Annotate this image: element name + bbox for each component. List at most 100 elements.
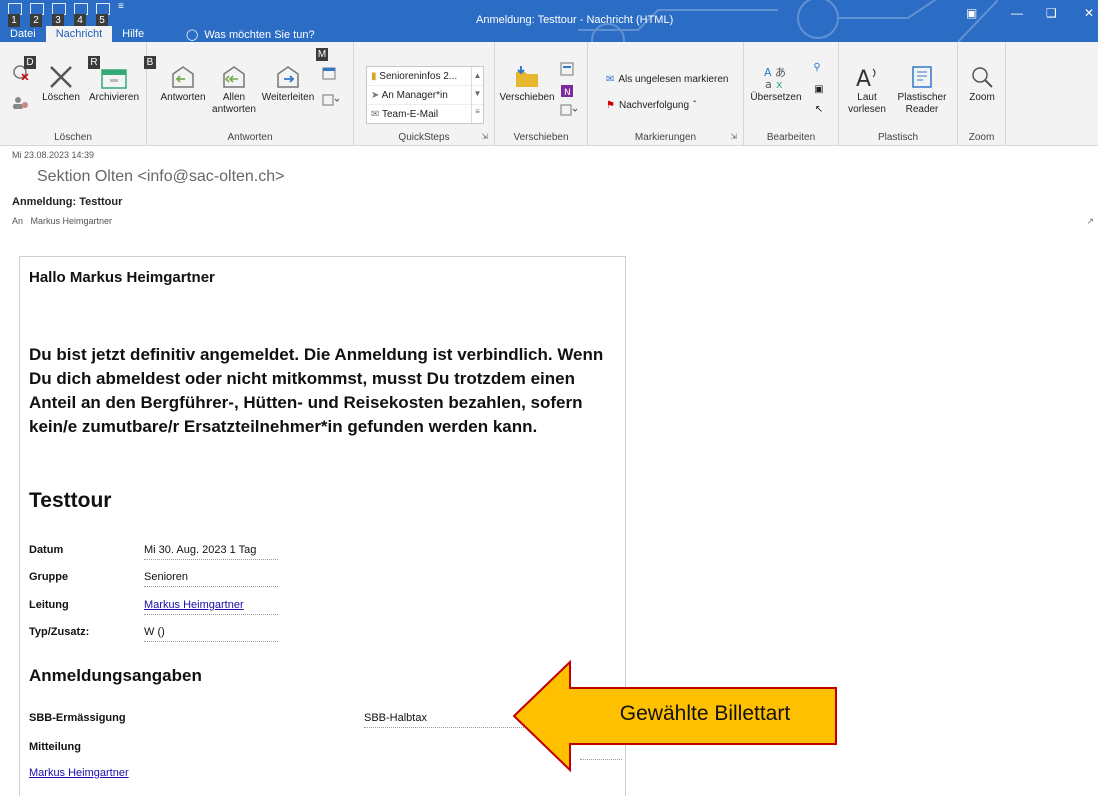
meeting-icon (322, 67, 336, 80)
translate-button[interactable]: Aあax Übersetzen (750, 64, 802, 103)
reply-all-button[interactable]: Allen antworten (209, 64, 259, 115)
quickstep-item-3-label: Team-E-Mail (382, 109, 439, 120)
detail-label: Gruppe (29, 571, 69, 583)
detail-value: Senioren (144, 571, 278, 587)
message-label: Mitteilung (29, 741, 81, 753)
zoom-button[interactable]: Zoom (962, 64, 1002, 103)
group-label-verschieben: Verschieben (513, 132, 569, 143)
callout-arrow: Gewählte Billettart (510, 659, 840, 785)
move-button[interactable]: Verschieben (499, 64, 555, 103)
message-date: Mi 23.08.2023 14:39 (12, 150, 95, 160)
more-options-button[interactable] (319, 94, 343, 110)
group-label-quicksteps: QuickSteps (398, 132, 450, 143)
quicksteps-gallery: ▮ Senioreninfos 2... ➤ An Manager*in ✉ T… (366, 66, 484, 124)
rules-button[interactable] (557, 62, 577, 80)
window-title: Anmeldung: Testtour - Nachricht (HTML) (476, 14, 674, 26)
keytip-m: M (316, 48, 328, 61)
svg-text:N: N (564, 88, 571, 98)
detail-value: W () (144, 626, 278, 642)
close-button[interactable]: ✕ (1084, 6, 1094, 20)
reply-button[interactable]: Antworten (155, 64, 211, 103)
footer-name-link[interactable]: Markus Heimgartner (29, 767, 129, 779)
to-recipient[interactable]: Markus Heimgartner (31, 216, 113, 226)
minimize-button[interactable]: — (1011, 6, 1023, 20)
confirmation-paragraph: Du bist jetzt definitiv angemeldet. Die … (29, 345, 604, 436)
translate-label: Übersetzen (750, 92, 802, 103)
ribbon-display-options[interactable]: ▣ (966, 6, 977, 20)
quicksteps-launcher-icon[interactable]: ⇲ (481, 132, 488, 141)
reply-all-label-2: antworten (212, 104, 256, 115)
expand-header-icon[interactable]: ↗ (1086, 216, 1094, 227)
read-aloud-button[interactable]: A Laut vorlesen (845, 64, 889, 115)
cleanup-button[interactable] (10, 96, 32, 114)
forward-icon (277, 66, 299, 88)
tab-nachricht-label: Nachricht (55, 28, 103, 40)
select-button[interactable]: ↖ (808, 104, 830, 116)
move-label: Verschieben (499, 92, 555, 103)
quick-access-toolbar: 1 2 3 4 5 ≡ (8, 1, 124, 27)
envelope-open-icon: ✉ (606, 74, 615, 85)
tab-hilfe[interactable]: Hilfe (112, 26, 154, 42)
sbb-discount-label: SBB-Ermässigung (29, 712, 126, 724)
message-subject: Anmeldung: Testtour (12, 196, 123, 208)
qat-up[interactable]: 4 (74, 2, 90, 27)
follow-up-button[interactable]: ⚑ Nachverfolgung ˇ (606, 100, 696, 111)
forward-button[interactable]: Weiterleiten (259, 64, 317, 103)
reply-icon (172, 66, 194, 88)
group-loeschen: Löschen Archivieren Löschen (0, 42, 147, 145)
group-bearbeiten: Aあax Übersetzen ⚲ ▣ ↖ Bearbeiten (744, 42, 839, 145)
tab-datei-label: Datei (10, 28, 36, 40)
onenote-button[interactable]: N (557, 84, 577, 102)
restore-button[interactable]: ❑ (1046, 6, 1057, 20)
zoom-label: Zoom (969, 92, 995, 103)
more-respond-button[interactable] (319, 66, 339, 84)
find-button[interactable]: ⚲ (808, 62, 826, 74)
tell-me-box[interactable]: ◯ Was möchten Sie tun? (186, 28, 315, 42)
keytip-r: R (88, 56, 100, 69)
markierungen-launcher-icon[interactable]: ⇲ (730, 132, 737, 141)
keytip-d: D (24, 56, 36, 69)
mark-unread-button[interactable]: ✉ Als ungelesen markieren (606, 74, 728, 85)
archive-icon (101, 69, 127, 89)
leader-link[interactable]: Markus Heimgartner (144, 599, 244, 611)
svg-text:x: x (776, 78, 783, 90)
svg-text:A: A (856, 67, 871, 90)
qat-down[interactable]: 5 (96, 2, 112, 27)
group-label-antworten: Antworten (227, 132, 273, 143)
qat-reply-all[interactable]: 3 (52, 2, 68, 27)
tour-title: Testtour (29, 489, 112, 512)
ribbon-tabs: Datei Nachricht Hilfe (0, 26, 154, 42)
read-aloud-label-1: Laut (857, 92, 877, 103)
actions-button[interactable] (557, 104, 581, 120)
title-bar: 1 2 3 4 5 ≡ Anmeldung: Testtour - Nachri… (0, 0, 1098, 42)
quickstep-item-1[interactable]: ▮ Senioreninfos 2... (367, 67, 483, 86)
delete-button[interactable]: Löschen (36, 64, 86, 103)
archive-label: Archivieren (88, 92, 140, 103)
qat-save[interactable]: 1 (8, 2, 24, 27)
flag-icon: ⚑ (606, 100, 615, 111)
quicksteps-scroll[interactable]: ▲ ▼ ≡ (471, 67, 483, 123)
delete-x-icon (50, 66, 72, 88)
qat-undo[interactable]: 2 (30, 2, 46, 27)
tab-nachricht[interactable]: Nachricht (45, 26, 113, 42)
forward-small-icon: ➤ (371, 90, 380, 101)
detail-label: Datum (29, 544, 64, 556)
group-zoom: Zoom Zoom (958, 42, 1006, 145)
qat-customize[interactable]: ≡ (118, 1, 124, 15)
archive-button[interactable]: Archivieren (86, 64, 142, 103)
group-label-zoom: Zoom (968, 132, 995, 143)
detail-label: Typ/Zusatz: (29, 626, 90, 638)
tab-hilfe-label: Hilfe (122, 28, 145, 40)
group-label-loeschen: Löschen (54, 132, 92, 143)
quickstep-item-3[interactable]: ✉ Team-E-Mail (367, 105, 483, 124)
tab-datei[interactable]: Datei (0, 26, 46, 42)
folder-icon: ▮ (371, 71, 377, 82)
message-sender[interactable]: Sektion Olten <info@sac-olten.ch> (37, 168, 285, 186)
ribbon: Löschen Archivieren Löschen Antworten Al… (0, 42, 1098, 146)
group-label-bearbeiten: Bearbeiten (766, 132, 816, 143)
callout-text: Gewählte Billettart (619, 702, 791, 725)
svg-text:a: a (765, 78, 772, 90)
related-button[interactable]: ▣ (808, 84, 830, 96)
immersive-reader-button[interactable]: Plastischer Reader (891, 64, 953, 115)
quickstep-item-2[interactable]: ➤ An Manager*in (367, 86, 483, 105)
